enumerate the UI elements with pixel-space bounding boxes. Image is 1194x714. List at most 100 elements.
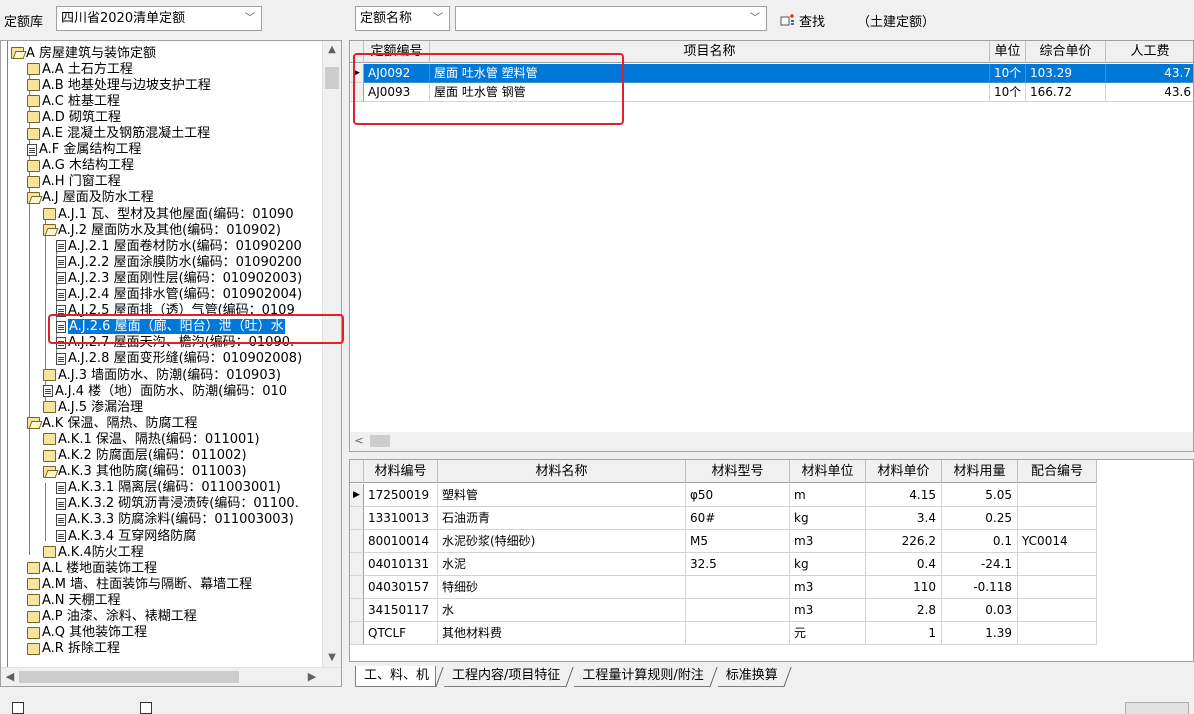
tree-node[interactable]: A.J.4 楼（地）面防水、防潮(编码：010 [43, 383, 287, 399]
cell-unit: 10个 [990, 64, 1026, 83]
search-input[interactable]: ﹀ [455, 6, 767, 31]
cell-labor: 43.6 [1106, 83, 1193, 102]
column-header-price[interactable]: 综合单价 [1026, 41, 1106, 63]
column-header-material-qty[interactable]: 材料用量 [942, 460, 1018, 483]
scroll-thumb[interactable] [19, 671, 239, 683]
quota-horizontal-scrollbar[interactable]: < [350, 432, 1193, 451]
scroll-up-icon[interactable]: ▲ [323, 41, 341, 59]
tree-node-label: A.K.2 防腐面层(编码：011002) [58, 448, 247, 463]
cell-material-price: 0.4 [866, 553, 942, 576]
tree-node[interactable]: A.K.3.3 防腐涂料(编码：011003003) [56, 512, 294, 528]
tab-standard-conversion[interactable]: 标准换算 [717, 666, 784, 687]
chevron-down-icon: ﹀ [245, 13, 255, 24]
column-header-labor[interactable]: 人工费 [1106, 41, 1193, 63]
tree-node[interactable]: A.J.2.7 屋面天沟、檐沟(编码：01090. [56, 335, 294, 351]
column-header-code[interactable]: 定额编号 [364, 41, 430, 63]
tree-node[interactable]: A.K.2 防腐面层(编码：011002) [43, 448, 247, 464]
tree-node[interactable]: A.J 屋面及防水工程 [27, 190, 154, 206]
cell-material-model [686, 599, 790, 622]
tree-node[interactable]: A.J.2.6 屋面（廊、阳台）泄（吐）水 [56, 319, 285, 335]
tree-node[interactable]: A.K 保温、隔热、防腐工程 [27, 415, 197, 431]
tree-node[interactable]: A.J.2.8 屋面变形缝(编码：010902008) [56, 351, 302, 367]
tree-node[interactable]: A.E 混凝土及钢筋混凝土工程 [27, 126, 210, 142]
cell-material-name: 特细砂 [438, 576, 686, 599]
tree-node[interactable]: A.Q 其他装饰工程 [27, 625, 147, 641]
cell-material-model: M5 [686, 530, 790, 553]
library-select[interactable]: 四川省2020清单定额 ﹀ [56, 6, 262, 31]
bottom-bar [0, 698, 1194, 714]
column-header-material-price[interactable]: 材料单价 [866, 460, 942, 483]
tree-node[interactable]: A.R 拆除工程 [27, 641, 120, 657]
cell-material-unit: m3 [790, 599, 866, 622]
option-checkbox-1[interactable] [12, 702, 24, 714]
tree-node[interactable]: A.L 楼地面装饰工程 [27, 560, 157, 576]
folder-open-icon [43, 224, 56, 237]
column-header-material-unit[interactable]: 材料单位 [790, 460, 866, 483]
tree-node[interactable]: A.J.2 屋面防水及其他(编码：010902) [43, 222, 281, 238]
tree-node[interactable]: A.K.3.1 隔离层(编码：011003001) [56, 480, 281, 496]
tree-vertical-scrollbar[interactable]: ▲ ▼ [322, 41, 341, 667]
tab-work-content[interactable]: 工程内容/项目特征 [444, 666, 567, 687]
tree-node[interactable]: A.J.2.5 屋面排（透）气管(编码：0109 [56, 303, 295, 319]
cell-unit: 10个 [990, 83, 1026, 102]
column-header-name[interactable]: 项目名称 [430, 41, 990, 63]
tree-node[interactable]: A.J.2.2 屋面涂膜防水(编码：01090200 [56, 254, 302, 270]
cell-material-name: 水泥砂浆(特细砂) [438, 530, 686, 553]
tree-node[interactable]: A.K.4防火工程 [43, 544, 144, 560]
document-icon [56, 240, 66, 253]
tree-node[interactable]: A.C 桩基工程 [27, 93, 120, 109]
cell-material-qty: 5.05 [942, 484, 1018, 507]
tree-node[interactable]: A.K.3.4 互穿网络防腐 [56, 528, 196, 544]
tree-horizontal-scrollbar[interactable]: ◀ ▶ [1, 667, 341, 686]
column-header-unit[interactable]: 单位 [990, 41, 1026, 63]
tree-node[interactable]: A.J.3 墙面防水、防潮(编码：010903) [43, 367, 281, 383]
tree-node[interactable]: A.J.2.3 屋面刚性层(编码：010902003) [56, 270, 302, 286]
document-icon [56, 530, 66, 542]
chevron-down-icon: ﹀ [750, 13, 760, 24]
tree-node[interactable]: A.J.5 渗漏治理 [43, 399, 143, 415]
tree-node[interactable]: A.M 墙、柱面装饰与隔断、幕墙工程 [27, 576, 252, 592]
cell-material-qty: 1.39 [942, 622, 1018, 645]
tree-node[interactable]: A.H 门窗工程 [27, 174, 121, 190]
scroll-left-icon[interactable]: < [350, 432, 368, 450]
column-header-material-name[interactable]: 材料名称 [438, 460, 686, 483]
scroll-down-icon[interactable]: ▼ [323, 649, 341, 667]
find-button[interactable]: 查找 [780, 11, 825, 30]
tree-node[interactable]: A.K.3.2 砌筑沥青浸渍砖(编码：01100. [56, 496, 299, 512]
tree-node[interactable]: A.N 天棚工程 [27, 592, 121, 608]
search-field-value: 定额名称 [360, 11, 413, 26]
row-indicator [350, 553, 364, 576]
tree-node[interactable]: A.A 土石方工程 [27, 61, 133, 77]
tree-node[interactable]: A.B 地基处理与边坡支护工程 [27, 77, 211, 93]
tree-node[interactable]: A.J.2.4 屋面排水管(编码：010902004) [56, 287, 302, 303]
scroll-right-icon[interactable]: ▶ [303, 668, 321, 686]
tree-node-label: A.K.4防火工程 [58, 544, 144, 560]
column-header-material-model[interactable]: 材料型号 [686, 460, 790, 483]
option-checkbox-2[interactable] [140, 702, 152, 714]
document-icon [56, 288, 66, 301]
column-header-mix-code[interactable]: 配合编号 [1018, 460, 1097, 483]
scroll-left-icon[interactable]: ◀ [1, 668, 19, 686]
scroll-thumb[interactable] [325, 67, 339, 89]
tree-node[interactable]: A.F 金属结构工程 [27, 142, 141, 158]
tree-node[interactable]: A.J.2.1 屋面卷材防水(编码：01090200 [56, 238, 302, 254]
tab-labor-material-machine[interactable]: 工、料、机 [355, 666, 437, 687]
cell-material-unit: m [790, 484, 866, 507]
tree-node[interactable]: A.K.3 其他防腐(编码：011003) [43, 464, 247, 480]
folder-icon [27, 610, 40, 623]
tree-node-label: A.J.5 渗漏治理 [58, 399, 144, 415]
tree-node[interactable]: A.G 木结构工程 [27, 158, 134, 174]
column-header-material-code[interactable]: 材料编号 [364, 460, 438, 483]
tree-node[interactable]: A.K.1 保温、隔热(编码：011001) [43, 431, 260, 447]
tree-node[interactable]: A.D 砌筑工程 [27, 109, 121, 125]
tab-calculation-rules[interactable]: 工程量计算规则/附注 [574, 666, 710, 687]
search-field-select[interactable]: 定额名称 ﹀ [355, 6, 450, 31]
scroll-thumb[interactable] [370, 435, 390, 447]
tree-node[interactable]: A.P 油漆、涂料、裱糊工程 [27, 609, 197, 625]
tree-node[interactable]: A 房屋建筑与装饰定额 [11, 45, 156, 61]
bottom-button[interactable] [1125, 702, 1189, 714]
tree-node[interactable]: A.J.1 瓦、型材及其他屋面(编码：01090 [43, 206, 294, 222]
tree-node-label: A.F 金属结构工程 [39, 142, 142, 158]
row-pointer-icon: ▶ [350, 484, 364, 507]
tree-node-label: A.K.3.2 砌筑沥青浸渍砖(编码：01100. [68, 496, 299, 512]
